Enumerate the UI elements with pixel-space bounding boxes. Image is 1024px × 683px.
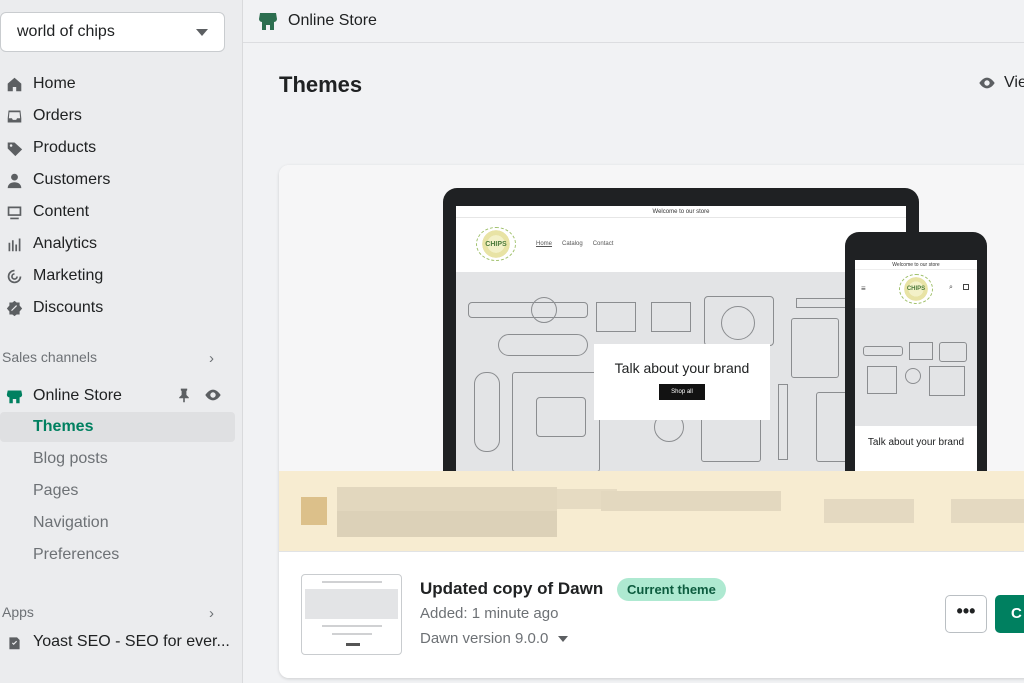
eye-icon[interactable] [204,386,222,409]
sidebar: world of chips Home Orders Products Cust… [0,0,243,683]
store-icon [259,13,277,30]
customize-button[interactable]: C [995,595,1024,633]
sales-channels-header[interactable]: Sales channels › [2,349,222,367]
sidebar-subitem-preferences[interactable]: Preferences [33,541,119,569]
hero-heading: Talk about your brand [614,360,750,376]
top-bar: Online Store [243,0,1024,43]
sidebar-item-home[interactable]: Home [0,70,235,98]
theme-name: Updated copy of Dawn [420,579,604,598]
phone-hero-image [855,308,977,426]
theme-added-date: Added: 1 minute ago [420,605,559,622]
chevron-down-icon [558,635,569,642]
current-theme-badge: Current theme [617,578,726,601]
current-theme-card: Welcome to our store CHIPS Home Catalog … [279,165,1024,678]
phone-mockup: Welcome to our store ≡ CHIPS ⌕ Talk abou… [845,232,987,471]
bar-chart-icon [4,234,24,254]
phone-chips-logo: CHIPS [899,274,933,304]
phone-hero-heading: Talk about your brand [867,437,965,448]
cart-icon [963,284,969,290]
inbox-icon [4,106,24,126]
sidebar-subitem-pages[interactable]: Pages [33,477,78,505]
menu-icon: ≡ [861,284,866,293]
content-icon [4,202,24,222]
sidebar-subitem-blog-posts[interactable]: Blog posts [33,445,108,473]
sidebar-item-customers[interactable]: Customers [0,166,235,194]
sidebar-item-label: Customers [33,171,111,188]
person-icon [4,170,24,190]
store-nav-contact: Contact [592,241,614,247]
tag-icon [4,138,24,158]
page-title: Themes [279,72,363,97]
sidebar-item-label: Online Store [33,387,122,404]
hero-brand-box: Talk about your brand Shop all [594,344,770,420]
search-icon: ⌕ [949,284,953,291]
home-icon [4,74,24,94]
eye-icon [979,77,995,89]
sidebar-subitem-themes[interactable]: Themes [33,413,93,441]
discount-icon [4,298,24,318]
store-name: world of chips [17,23,115,40]
sidebar-item-content[interactable]: Content [0,198,235,226]
sidebar-item-label: Content [33,203,90,220]
sidebar-item-yoast[interactable]: Yoast SEO - SEO for ever... [0,628,235,656]
store-icon [4,386,24,406]
topbar-title: Online Store [288,12,377,29]
sidebar-item-analytics[interactable]: Analytics [0,230,235,258]
laptop-screen: Welcome to our store CHIPS Home Catalog … [456,206,906,471]
sidebar-item-label: Discounts [33,299,104,316]
sidebar-item-products[interactable]: Products [0,134,235,162]
theme-version-dropdown[interactable]: Dawn version 9.0.0 [420,630,569,647]
sidebar-item-marketing[interactable]: Marketing [0,262,235,290]
pixelated-banner [279,471,1024,551]
store-selector[interactable]: world of chips [0,12,225,52]
phone-header: ≡ CHIPS ⌕ [855,270,977,308]
view-store-button[interactable]: Vie [978,74,1024,92]
sidebar-item-discounts[interactable]: Discounts [0,294,235,322]
store-header: CHIPS Home Catalog Contact [456,218,906,270]
sidebar-item-label: Products [33,139,97,156]
sidebar-item-label: Home [33,75,76,92]
online-store-actions [176,386,222,409]
store-nav-home: Home [536,241,553,247]
chevron-right-icon: › [209,605,214,622]
app-icon [4,632,24,652]
sidebar-item-label: Analytics [33,235,98,252]
theme-preview[interactable]: Welcome to our store CHIPS Home Catalog … [279,165,1024,471]
announcement-bar: Welcome to our store [456,206,906,218]
chevron-down-icon [196,29,208,36]
sidebar-item-label: Orders [33,107,82,124]
phone-announcement-bar: Welcome to our store [855,260,977,270]
sidebar-item-label: Yoast SEO - SEO for ever... [33,633,230,650]
hero-image: Talk about your brand Shop all [456,272,906,471]
phone-screen: Welcome to our store ≡ CHIPS ⌕ Talk abou… [855,260,977,471]
theme-thumbnail[interactable] [301,574,402,655]
sidebar-item-orders[interactable]: Orders [0,102,235,130]
theme-row: Updated copy of Dawn Current theme Added… [279,551,1024,678]
sidebar-subitem-navigation[interactable]: Navigation [33,509,109,537]
more-actions-button[interactable]: ••• [945,595,987,633]
chips-logo: CHIPS [476,227,516,261]
shop-all-button: Shop all [659,384,705,400]
target-icon [4,266,24,286]
sidebar-item-label: Marketing [33,267,104,284]
apps-header[interactable]: Apps › [2,604,222,622]
pin-icon[interactable] [176,387,192,408]
chevron-right-icon: › [209,350,214,367]
store-nav-catalog: Catalog [562,241,583,247]
